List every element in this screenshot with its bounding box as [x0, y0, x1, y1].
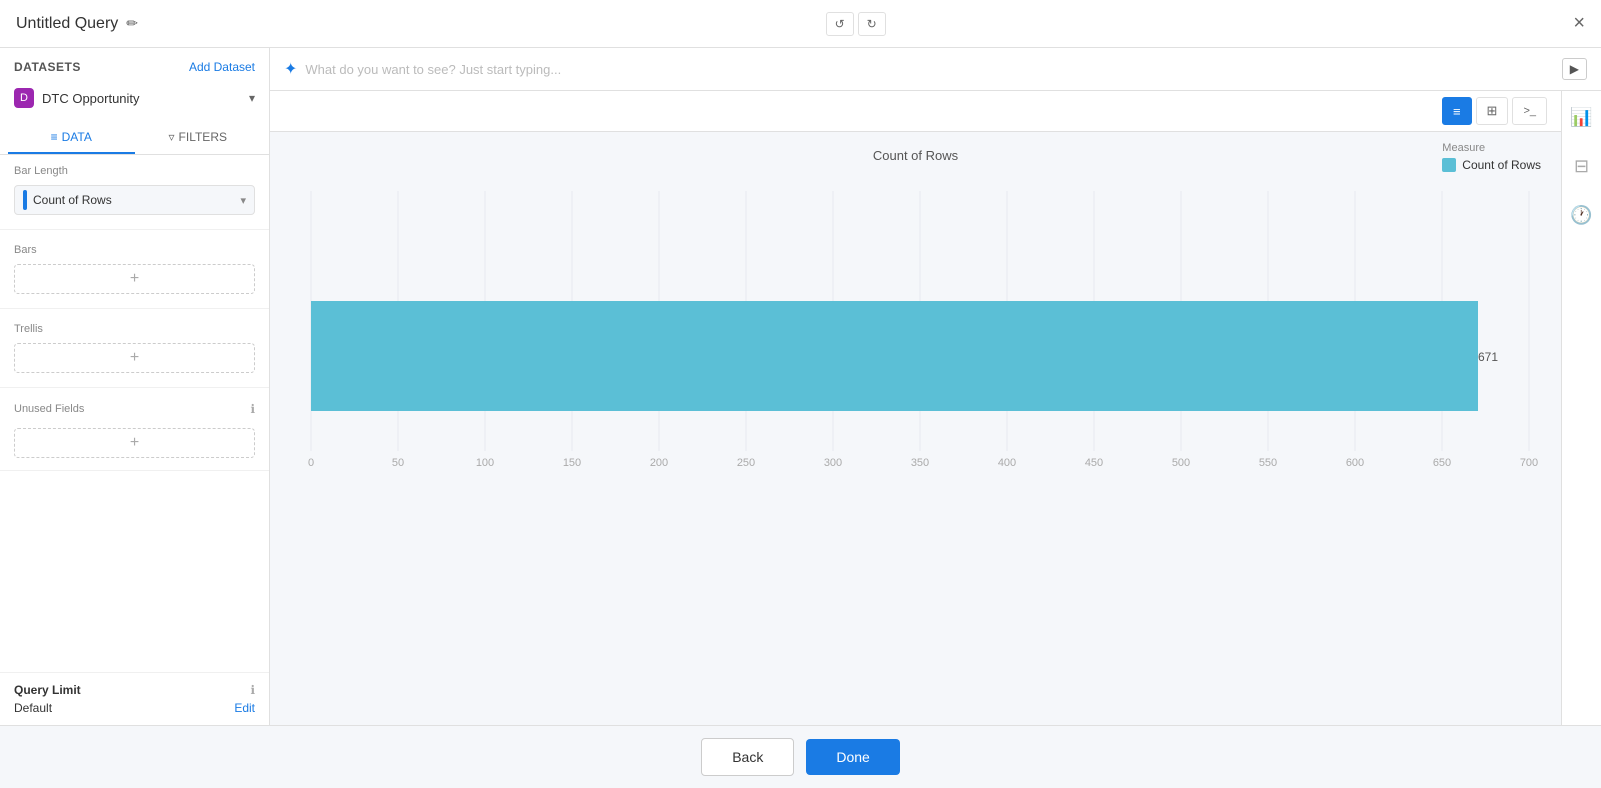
query-limit-info-icon[interactable]: ℹ — [250, 683, 255, 697]
svg-text:700: 700 — [1520, 457, 1538, 469]
bottom-bar: Back Done — [0, 725, 1601, 788]
svg-text:100: 100 — [476, 457, 494, 469]
right-sidebar: 📊 ⊟ 🕐 — [1561, 91, 1601, 725]
svg-text:550: 550 — [1259, 457, 1277, 469]
dataset-name: DTC Opportunity — [42, 91, 241, 106]
svg-text:450: 450 — [1085, 457, 1103, 469]
chart-type-icon[interactable]: 📊 — [1564, 101, 1598, 134]
legend-color-swatch — [1442, 158, 1456, 172]
svg-text:650: 650 — [1433, 457, 1451, 469]
legend-title: Measure — [1442, 142, 1541, 154]
chart-legend: Measure Count of Rows — [1442, 142, 1541, 172]
svg-text:500: 500 — [1172, 457, 1190, 469]
tab-filters[interactable]: ▿ FILTERS — [135, 122, 262, 154]
bars-section: Bars + — [0, 234, 269, 304]
bar-value-label: 671 — [1478, 350, 1498, 364]
query-input[interactable] — [305, 62, 1553, 77]
svg-text:400: 400 — [998, 457, 1016, 469]
legend-label: Count of Rows — [1462, 158, 1541, 172]
pill-chevron-icon[interactable]: ▾ — [240, 194, 246, 207]
unused-fields-info-icon[interactable]: ℹ — [250, 402, 255, 416]
bar-length-label: Bar Length — [14, 165, 255, 177]
chart-title: Count of Rows — [286, 148, 1545, 163]
trellis-section: Trellis + — [0, 313, 269, 383]
done-button[interactable]: Done — [806, 739, 899, 775]
query-bar: ✦ ▶ — [270, 48, 1601, 91]
bar-length-field: Count of Rows — [33, 193, 234, 207]
run-icon: ▶ — [1570, 62, 1579, 76]
dataset-chevron-icon[interactable]: ▾ — [249, 91, 255, 105]
unused-fields-header: Unused Fields ℹ — [0, 392, 269, 422]
undo-button[interactable]: ↺ — [826, 12, 854, 36]
bar-rect — [311, 301, 1478, 411]
tab-data[interactable]: ≡ DATA — [8, 122, 135, 154]
add-dataset-button[interactable]: Add Dataset — [189, 60, 255, 74]
page-title: Untitled Query — [16, 15, 118, 33]
viz-toolbar: ≡ ⊞ >_ — [270, 91, 1561, 132]
add-unused-field-button[interactable]: + — [14, 428, 255, 458]
schedule-icon[interactable]: 🕐 — [1564, 199, 1598, 232]
svg-text:150: 150 — [563, 457, 581, 469]
bars-label: Bars — [14, 244, 255, 256]
redo-button[interactable]: ↻ — [858, 12, 886, 36]
trellis-label: Trellis — [14, 323, 255, 335]
back-button[interactable]: Back — [701, 738, 794, 776]
bar-chart-button[interactable]: ≡ — [1442, 97, 1472, 125]
filters-tab-icon: ▿ — [169, 130, 175, 144]
data-tab-icon: ≡ — [51, 130, 58, 144]
add-bars-button[interactable]: + — [14, 264, 255, 294]
bar-length-section: Bar Length Count of Rows ▾ — [0, 155, 269, 225]
add-trellis-button[interactable]: + — [14, 343, 255, 373]
unused-fields-label: Unused Fields — [14, 403, 84, 415]
query-limit-value: Default — [14, 701, 52, 715]
svg-text:250: 250 — [737, 457, 755, 469]
svg-text:50: 50 — [392, 457, 404, 469]
dataset-icon: D — [14, 88, 34, 108]
dataset-row: D DTC Opportunity ▾ — [0, 82, 269, 114]
count-of-rows-pill[interactable]: Count of Rows ▾ — [14, 185, 255, 215]
filter-icon[interactable]: ⊟ — [1568, 150, 1595, 183]
query-limit-section: Query Limit ℹ Default Edit — [0, 672, 269, 725]
run-query-button[interactable]: ▶ — [1562, 58, 1587, 80]
datasets-label: Datasets — [14, 60, 81, 74]
left-sidebar: Datasets Add Dataset D DTC Opportunity ▾… — [0, 48, 270, 725]
code-view-button[interactable]: >_ — [1512, 97, 1547, 125]
svg-text:600: 600 — [1346, 457, 1364, 469]
bar-chart-svg: 0 50 100 150 200 250 300 350 400 450 500… — [286, 171, 1545, 491]
sidebar-tabs: ≡ DATA ▿ FILTERS — [0, 122, 269, 155]
query-limit-edit-button[interactable]: Edit — [234, 701, 255, 715]
table-view-button[interactable]: ⊞ — [1476, 97, 1509, 125]
pill-color-indicator — [23, 190, 27, 210]
svg-text:200: 200 — [650, 457, 668, 469]
svg-text:300: 300 — [824, 457, 842, 469]
close-button[interactable]: × — [1573, 12, 1585, 35]
legend-item: Count of Rows — [1442, 158, 1541, 172]
ai-star-icon: ✦ — [284, 59, 297, 79]
chart-area: Measure Count of Rows Count of Rows 0 — [270, 132, 1561, 725]
query-limit-label: Query Limit — [14, 683, 81, 697]
svg-text:350: 350 — [911, 457, 929, 469]
edit-icon[interactable]: ✏ — [126, 15, 138, 32]
svg-text:0: 0 — [308, 457, 314, 469]
